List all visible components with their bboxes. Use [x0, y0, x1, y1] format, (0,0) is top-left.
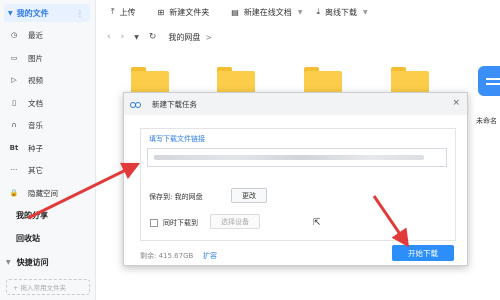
- upload-label: 上传: [119, 7, 136, 17]
- sidebar-item-video[interactable]: ▷ 视频: [8, 73, 43, 87]
- sidebar-item-label: 其它: [28, 165, 43, 175]
- video-icon: ▷: [11, 76, 17, 84]
- sidebar-item-images[interactable]: ▭ 图片: [8, 51, 43, 65]
- document-icon: ▯: [12, 99, 16, 107]
- sidebar: ▼ 我的文件 ⋮ ◷ 最近 ▭ 图片 ▷ 视频 ▯ 文档 ∩ 音乐 Bt 种子 …: [0, 0, 96, 300]
- navigation-bar: ‹ › ▼ ↻ 我的网盘 >: [97, 26, 500, 48]
- clock-icon: ◷: [10, 31, 18, 39]
- sidebar-item-label: 隐藏空间: [28, 188, 58, 198]
- forward-icon[interactable]: ›: [121, 32, 125, 42]
- sidebar-my-files[interactable]: ▼ 我的文件 ⋮: [4, 4, 90, 22]
- sidebar-my-share[interactable]: 我的分享: [16, 210, 48, 221]
- sidebar-item-recent[interactable]: ◷ 最近: [8, 28, 43, 42]
- sidebar-item-music[interactable]: ∩ 音乐: [8, 118, 43, 132]
- blurred-url-text: [154, 155, 424, 160]
- save-location-label: 保存到: 我的网盘: [149, 193, 203, 201]
- new-folder-button[interactable]: ⊞ 新建文件夹: [158, 7, 210, 18]
- download-icon: ⤓: [316, 7, 320, 16]
- remaining-space-text: 剩余: 415.67GB: [140, 252, 194, 260]
- chevron-down-icon: ▼: [297, 8, 303, 16]
- quick-access-label: 快捷访问: [16, 258, 49, 267]
- new-online-doc-button[interactable]: ▤ 新建在线文档 ▼: [231, 7, 302, 18]
- caret-down-icon: ▼: [6, 259, 11, 266]
- sidebar-item-other[interactable]: ··· 其它: [8, 163, 43, 177]
- download-form-box: 填写下载文件链接 保存到: 我的网盘 更改 同时下载到 选择设备: [140, 128, 456, 241]
- sidebar-item-label: 视频: [28, 75, 43, 85]
- new-online-doc-label: 新建在线文档: [243, 7, 292, 17]
- expand-storage-link[interactable]: 扩容: [203, 251, 217, 261]
- breadcrumb-my-disk[interactable]: 我的网盘: [168, 32, 200, 43]
- image-icon: ▭: [10, 54, 18, 62]
- chevron-down-icon: ▼: [362, 8, 368, 16]
- dialog-header: 新建下载任务 ×: [124, 93, 467, 115]
- sidebar-recycle-bin[interactable]: 回收站: [16, 233, 40, 244]
- breadcrumb-separator: >: [205, 32, 213, 42]
- file-name-label[interactable]: 未命名: [476, 116, 497, 126]
- cloud-logo-icon: [130, 100, 142, 109]
- mouse-cursor-icon: ⇱: [313, 218, 321, 228]
- app-file-icon[interactable]: [478, 66, 500, 96]
- sidebar-item-label: 文档: [28, 98, 43, 108]
- sidebar-quick-access[interactable]: ▼ 快捷访问: [6, 257, 49, 268]
- sidebar-item-label: 最近: [28, 30, 43, 40]
- chevron-down-icon[interactable]: ▼: [134, 34, 139, 41]
- bt-icon: Bt: [9, 144, 19, 152]
- sync-download-checkbox[interactable]: [150, 219, 158, 227]
- sidebar-item-hidden-space[interactable]: 🔒 隐藏空间: [8, 186, 58, 200]
- drag-folder-dropzone[interactable]: + 拖入常用文件夹: [6, 279, 90, 295]
- offline-download-button[interactable]: ⤓ 离线下载 ▼: [316, 7, 367, 18]
- offline-download-label: 离线下载: [324, 7, 357, 17]
- select-device-button[interactable]: 选择设备: [210, 214, 260, 229]
- new-download-task-dialog: 新建下载任务 × 填写下载文件链接 保存到: 我的网盘 更改 同时下载到 选择设…: [123, 92, 468, 266]
- upload-icon: ⤒: [111, 7, 115, 16]
- new-folder-label: 新建文件夹: [169, 7, 210, 17]
- refresh-icon[interactable]: ↻: [149, 32, 157, 42]
- download-link-input[interactable]: [147, 148, 447, 167]
- toolbar: ⤒ 上传 ⊞ 新建文件夹 ▤ 新建在线文档 ▼ ⤓ 离线下载 ▼: [97, 0, 500, 24]
- headphone-icon: ∩: [11, 121, 17, 129]
- link-field-label: 填写下载文件链接: [149, 135, 205, 143]
- back-icon[interactable]: ‹: [107, 32, 111, 42]
- sidebar-item-label: 图片: [28, 53, 43, 63]
- more-icon: ···: [10, 166, 18, 174]
- document-plus-icon: ▤: [231, 7, 239, 17]
- lock-icon: 🔒: [9, 189, 19, 197]
- sidebar-item-label: 种子: [28, 143, 43, 153]
- upload-button[interactable]: ⤒ 上传: [111, 7, 136, 18]
- caret-down-icon: ▼: [8, 9, 13, 17]
- folder-plus-icon: ⊞: [157, 7, 165, 17]
- sidebar-item-torrent[interactable]: Bt 种子: [8, 141, 43, 155]
- start-download-button[interactable]: 开始下载: [392, 245, 454, 261]
- close-icon[interactable]: ×: [452, 98, 460, 108]
- sync-download-label: 同时下载到: [163, 219, 198, 227]
- sidebar-item-documents[interactable]: ▯ 文档: [8, 96, 43, 110]
- more-vertical-icon[interactable]: ⋮: [76, 9, 84, 18]
- change-location-button[interactable]: 更改: [231, 188, 267, 203]
- sidebar-item-label: 音乐: [28, 120, 43, 130]
- sidebar-my-files-label: 我的文件: [16, 8, 49, 18]
- dialog-title: 新建下载任务: [152, 99, 197, 109]
